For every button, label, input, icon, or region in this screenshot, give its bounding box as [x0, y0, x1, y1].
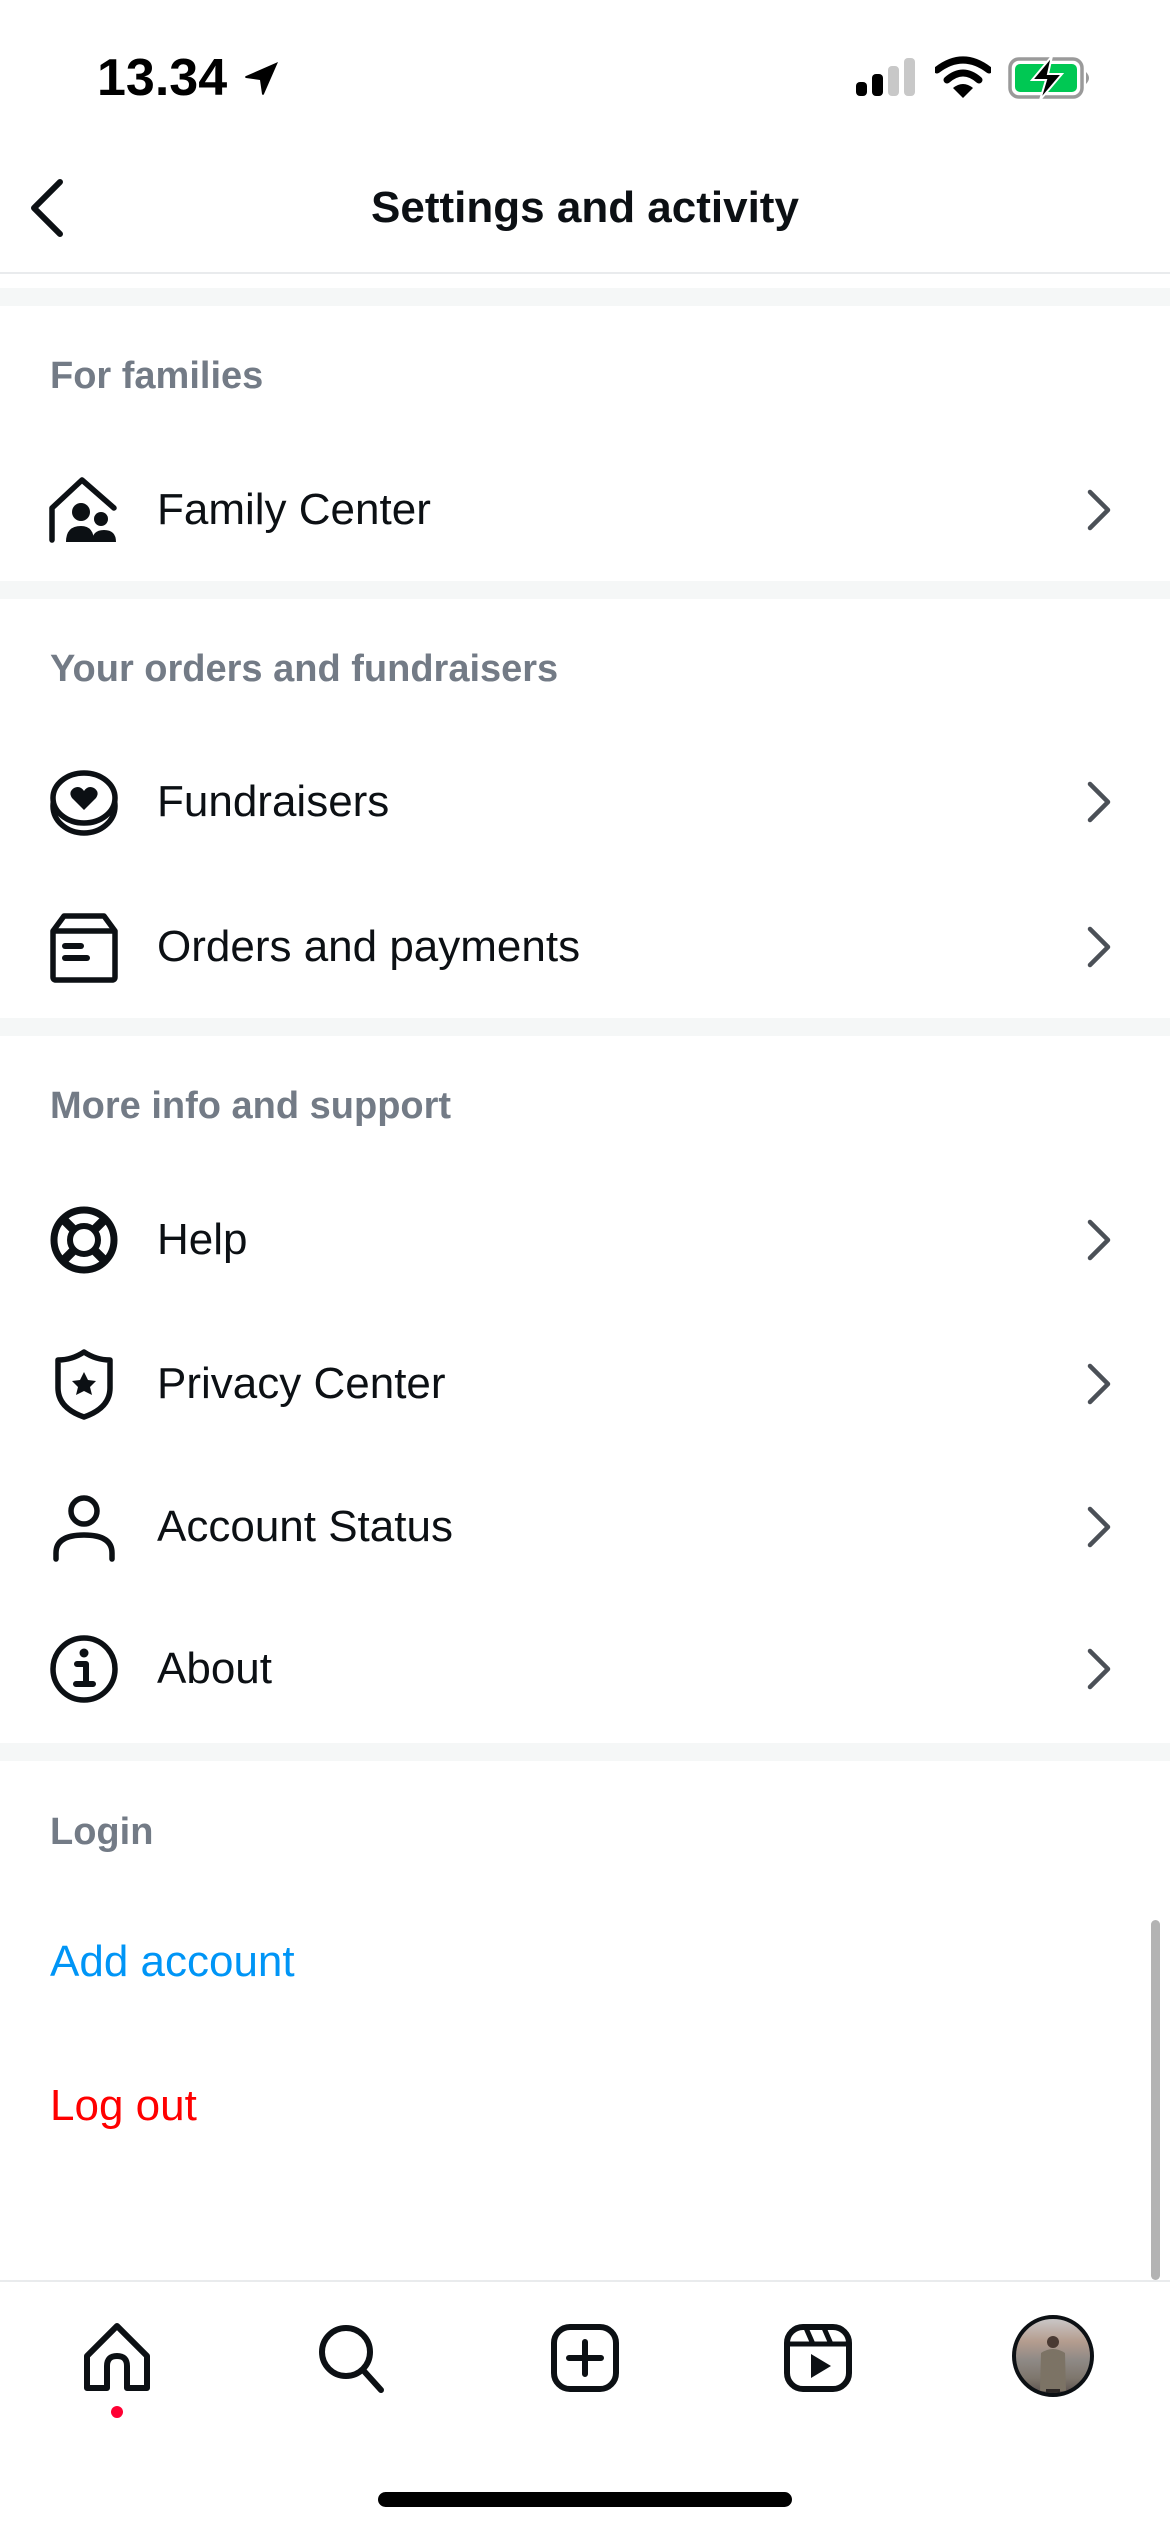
- cellular-signal-icon: [856, 58, 915, 96]
- menu-item-account-status[interactable]: Account Status: [0, 1461, 1150, 1591]
- notification-dot: [111, 2406, 123, 2418]
- tab-reels[interactable]: [770, 2310, 866, 2406]
- menu-item-fundraisers[interactable]: Fundraisers: [0, 736, 1150, 866]
- orders-box-icon: [50, 913, 118, 983]
- shield-star-icon: [55, 1349, 113, 1420]
- location-arrow-icon: [245, 62, 278, 95]
- battery-charging-icon: [1008, 56, 1089, 100]
- chevron-right-icon: [1087, 489, 1111, 531]
- menu-item-label: Privacy Center: [157, 1359, 446, 1408]
- header-divider: [0, 272, 1170, 274]
- section-header-orders: Your orders and fundraisers: [50, 648, 559, 690]
- chevron-right-icon: [1087, 926, 1111, 968]
- plus-square-icon: [551, 2324, 619, 2392]
- section-separator: [0, 288, 1170, 306]
- menu-item-orders-payments[interactable]: Orders and payments: [0, 881, 1150, 1011]
- chevron-right-icon: [1087, 1648, 1111, 1690]
- info-icon: [50, 1635, 118, 1703]
- status-time: 13.34: [97, 49, 228, 107]
- person-icon: [53, 1495, 115, 1562]
- menu-item-label: Account Status: [157, 1502, 453, 1551]
- section-separator: [0, 1743, 1170, 1761]
- home-icon: [84, 2323, 150, 2391]
- section-header-support: More info and support: [50, 1085, 452, 1127]
- family-center-icon: [49, 477, 117, 543]
- menu-item-label: Fundraisers: [157, 777, 390, 826]
- menu-item-label: Family Center: [157, 485, 431, 534]
- add-account-button[interactable]: Add account: [50, 1934, 295, 1990]
- section-separator: [0, 1018, 1170, 1036]
- fundraiser-icon: [50, 770, 118, 836]
- reels-icon: [784, 2324, 852, 2392]
- chevron-right-icon: [1087, 781, 1111, 823]
- menu-item-family-center[interactable]: Family Center: [0, 444, 1150, 574]
- menu-item-about[interactable]: About: [0, 1603, 1150, 1733]
- profile-photo: [1040, 2336, 1066, 2393]
- home-indicator: [378, 2492, 792, 2507]
- chevron-right-icon: [1087, 1219, 1111, 1261]
- scrollbar[interactable]: [1151, 1920, 1160, 2280]
- menu-item-label: Orders and payments: [157, 922, 581, 971]
- tab-bar-divider: [0, 2280, 1170, 2282]
- tab-profile-avatar[interactable]: [1012, 2315, 1094, 2397]
- page-title: Settings and activity: [371, 183, 799, 232]
- tab-search[interactable]: [303, 2310, 399, 2406]
- tab-home[interactable]: [69, 2310, 165, 2406]
- menu-item-label: Help: [157, 1215, 248, 1264]
- log-out-button[interactable]: Log out: [50, 2078, 197, 2134]
- chevron-right-icon: [1087, 1506, 1111, 1548]
- section-header-families: For families: [50, 355, 264, 397]
- wifi-icon: [935, 56, 991, 98]
- menu-item-help[interactable]: Help: [0, 1174, 1150, 1304]
- menu-item-label: About: [157, 1644, 272, 1693]
- section-header-login: Login: [50, 1811, 154, 1853]
- tab-create[interactable]: [537, 2310, 633, 2406]
- menu-item-privacy-center[interactable]: Privacy Center: [0, 1318, 1150, 1448]
- section-separator: [0, 581, 1170, 599]
- lifebuoy-icon: [50, 1206, 118, 1274]
- search-icon: [319, 2325, 384, 2393]
- chevron-right-icon: [1087, 1363, 1111, 1405]
